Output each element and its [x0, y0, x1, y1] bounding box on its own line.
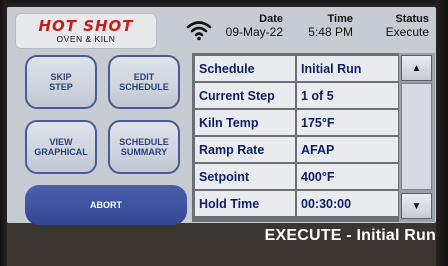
row-label: Kiln Temp	[195, 110, 295, 135]
scroll-track[interactable]	[401, 83, 432, 190]
arrow-up-icon: ▲	[411, 62, 422, 74]
view-graphical-button[interactable]: VIEW GRAPHICAL	[25, 120, 97, 174]
skip-step-button[interactable]: SKIP STEP	[25, 55, 97, 109]
row-label: Schedule	[195, 56, 295, 81]
execution-status-text: EXECUTE - Initial Run	[264, 227, 436, 244]
run-info-table: Schedule Initial Run Current Step 1 of 5…	[192, 53, 399, 222]
brand-name: HOT SHOT	[38, 17, 134, 35]
status-display: Status Execute	[367, 13, 429, 40]
date-label: Date	[259, 13, 283, 25]
row-value: 175°F	[297, 110, 398, 135]
row-label: Setpoint	[195, 164, 295, 189]
abort-button[interactable]: ABORT	[25, 185, 187, 225]
arrow-down-icon: ▼	[411, 200, 422, 212]
scroll-up-button[interactable]: ▲	[401, 55, 432, 81]
table-row: Current Step 1 of 5	[195, 83, 398, 108]
brand-logo: HOT SHOT OVEN & KILN	[15, 13, 157, 49]
row-label: Hold Time	[195, 191, 295, 216]
table-row: Hold Time 00:30:00	[195, 191, 398, 216]
date-display: Date 09-May-22	[225, 13, 283, 40]
schedule-summary-button[interactable]: SCHEDULE SUMMARY	[108, 120, 180, 174]
row-label: Current Step	[195, 83, 295, 108]
row-value: Initial Run	[297, 56, 398, 81]
scroll-down-button[interactable]: ▼	[401, 193, 432, 219]
table-row: Schedule Initial Run	[195, 56, 398, 81]
status-value: Execute	[385, 25, 429, 39]
time-display: Time 5:48 PM	[297, 13, 353, 40]
device-bezel-right	[436, 0, 448, 266]
time-label: Time	[327, 13, 353, 25]
time-value: 5:48 PM	[308, 25, 353, 39]
row-value: 00:30:00	[297, 191, 398, 216]
status-label: Status	[395, 13, 429, 25]
table-row: Ramp Rate AFAP	[195, 137, 398, 162]
brand-subtitle: OVEN & KILN	[56, 34, 116, 44]
table-row: Kiln Temp 175°F	[195, 110, 398, 135]
row-value: 1 of 5	[297, 83, 398, 108]
row-label: Ramp Rate	[195, 137, 295, 162]
table-scrollbar[interactable]: ▲ ▼	[399, 53, 435, 222]
row-value: AFAP	[297, 137, 398, 162]
edit-schedule-button[interactable]: EDIT SCHEDULE	[108, 55, 180, 109]
row-value: 400°F	[297, 164, 398, 189]
date-value: 09-May-22	[225, 25, 283, 39]
table-row: Setpoint 400°F	[195, 164, 398, 189]
device-bezel-left	[0, 0, 7, 266]
wifi-icon	[186, 21, 212, 41]
